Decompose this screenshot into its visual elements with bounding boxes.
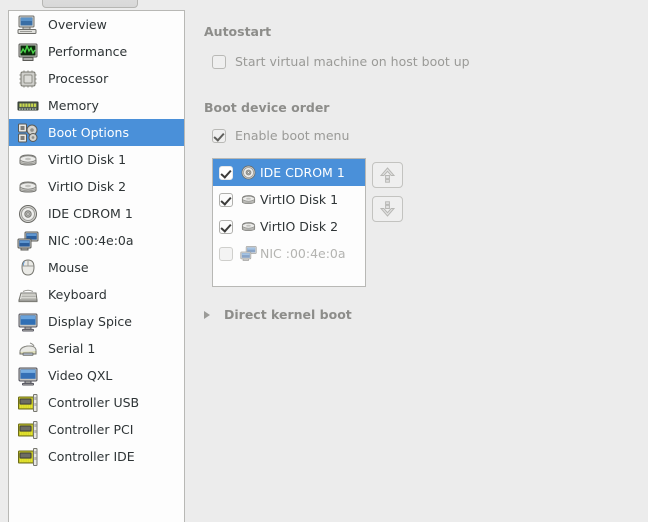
sidebar-item-performance[interactable]: Performance — [9, 38, 184, 65]
enable-boot-menu-label: Enable boot menu — [235, 128, 349, 143]
sidebar-item-video-qxl[interactable]: Video QXL — [9, 362, 184, 389]
sidebar-item-label: NIC :00:4e:0a — [48, 233, 134, 248]
sidebar-item-label: Overview — [48, 17, 107, 32]
sidebar-item-label: VirtIO Disk 2 — [48, 179, 126, 194]
cdrom-icon — [17, 203, 39, 225]
move-device-down-button[interactable] — [372, 196, 403, 222]
sidebar-item-label: Performance — [48, 44, 127, 59]
sidebar-item-overview[interactable]: Overview — [9, 11, 184, 38]
sidebar-item-boot-options[interactable]: Boot Options — [9, 119, 184, 146]
sidebar-item-controller-pci[interactable]: Controller PCI — [9, 416, 184, 443]
sidebar-item-ide-cdrom-1[interactable]: IDE CDROM 1 — [9, 200, 184, 227]
harddisk-icon — [240, 191, 257, 208]
cdrom-icon — [240, 164, 257, 181]
pci-card-icon — [17, 419, 39, 441]
boot-device-checkbox[interactable] — [219, 220, 233, 234]
boot-device-row[interactable]: VirtIO Disk 1 — [213, 186, 365, 213]
enable-boot-menu-row[interactable]: Enable boot menu — [212, 128, 349, 143]
sidebar-item-processor[interactable]: Processor — [9, 65, 184, 92]
sidebar-item-controller-usb[interactable]: Controller USB — [9, 389, 184, 416]
serial-icon — [17, 338, 39, 360]
sidebar-item-label: Display Spice — [48, 314, 132, 329]
video-icon — [17, 365, 39, 387]
boot-device-row[interactable]: VirtIO Disk 2 — [213, 213, 365, 240]
cpu-icon — [17, 68, 39, 90]
autostart-checkbox-label: Start virtual machine on host boot up — [235, 54, 470, 69]
autostart-checkbox-row[interactable]: Start virtual machine on host boot up — [212, 54, 470, 69]
sidebar-item-controller-ide[interactable]: Controller IDE — [9, 443, 184, 470]
direct-kernel-boot-expander[interactable]: Direct kernel boot — [204, 307, 352, 322]
harddisk-icon — [17, 149, 39, 171]
harddisk-icon — [17, 176, 39, 198]
triangle-right-icon — [204, 311, 216, 319]
boot-device-label: VirtIO Disk 1 — [260, 192, 338, 207]
sidebar-item-memory[interactable]: Memory — [9, 92, 184, 119]
harddisk-icon — [240, 218, 257, 235]
enable-boot-menu-checkbox[interactable] — [212, 129, 226, 143]
boot-device-label: VirtIO Disk 2 — [260, 219, 338, 234]
sidebar-item-nic-00-4e-0a[interactable]: NIC :00:4e:0a — [9, 227, 184, 254]
sidebar-item-label: Memory — [48, 98, 99, 113]
boot-device-checkbox[interactable] — [219, 193, 233, 207]
network-icon — [17, 230, 39, 252]
move-device-up-button[interactable] — [372, 162, 403, 188]
hardware-list[interactable]: Overview Performance Processor Memory Boot O… — [8, 10, 185, 522]
sidebar-item-label: VirtIO Disk 1 — [48, 152, 126, 167]
performance-icon — [17, 41, 39, 63]
sidebar-item-label: Serial 1 — [48, 341, 95, 356]
boot-device-label: IDE CDROM 1 — [260, 165, 345, 180]
sidebar-item-label: Controller PCI — [48, 422, 133, 437]
config-pane: Autostart Start virtual machine on host … — [196, 10, 648, 517]
sidebar-item-label: Boot Options — [48, 125, 129, 140]
network-icon — [240, 245, 257, 262]
sidebar-item-label: Processor — [48, 71, 108, 86]
mouse-icon — [17, 257, 39, 279]
sidebar-item-label: Video QXL — [48, 368, 112, 383]
boot-device-order-section-title: Boot device order — [204, 100, 329, 115]
sidebar-item-serial-1[interactable]: Serial 1 — [9, 335, 184, 362]
sidebar-item-virtio-disk-1[interactable]: VirtIO Disk 1 — [9, 146, 184, 173]
boot-device-row[interactable]: NIC :00:4e:0a — [213, 240, 365, 267]
sidebar-item-virtio-disk-2[interactable]: VirtIO Disk 2 — [9, 173, 184, 200]
boot-device-row[interactable]: IDE CDROM 1 — [213, 159, 365, 186]
chevron-down-icon — [373, 197, 402, 221]
pci-card-icon — [17, 392, 39, 414]
boot-options-icon — [17, 122, 39, 144]
keyboard-icon — [17, 284, 39, 306]
boot-device-list[interactable]: IDE CDROM 1 VirtIO Disk 1 VirtIO Disk 2 NIC… — [212, 158, 366, 287]
boot-device-label: NIC :00:4e:0a — [260, 246, 346, 261]
display-icon — [17, 311, 39, 333]
autostart-section-title: Autostart — [204, 24, 271, 39]
sidebar-item-label: IDE CDROM 1 — [48, 206, 133, 221]
sidebar-item-label: Keyboard — [48, 287, 107, 302]
pci-card-icon — [17, 446, 39, 468]
boot-device-checkbox[interactable] — [219, 247, 233, 261]
boot-device-checkbox[interactable] — [219, 166, 233, 180]
sidebar-item-display-spice[interactable]: Display Spice — [9, 308, 184, 335]
memory-icon — [17, 95, 39, 117]
direct-kernel-boot-label: Direct kernel boot — [224, 307, 352, 322]
autostart-checkbox[interactable] — [212, 55, 226, 69]
sidebar-item-keyboard[interactable]: Keyboard — [9, 281, 184, 308]
computer-icon — [17, 14, 39, 36]
chevron-up-icon — [373, 163, 402, 187]
partial-toolbar-button[interactable] — [42, 0, 138, 8]
sidebar-item-mouse[interactable]: Mouse — [9, 254, 184, 281]
sidebar-item-label: Controller USB — [48, 395, 139, 410]
sidebar-item-label: Mouse — [48, 260, 89, 275]
sidebar-item-label: Controller IDE — [48, 449, 135, 464]
